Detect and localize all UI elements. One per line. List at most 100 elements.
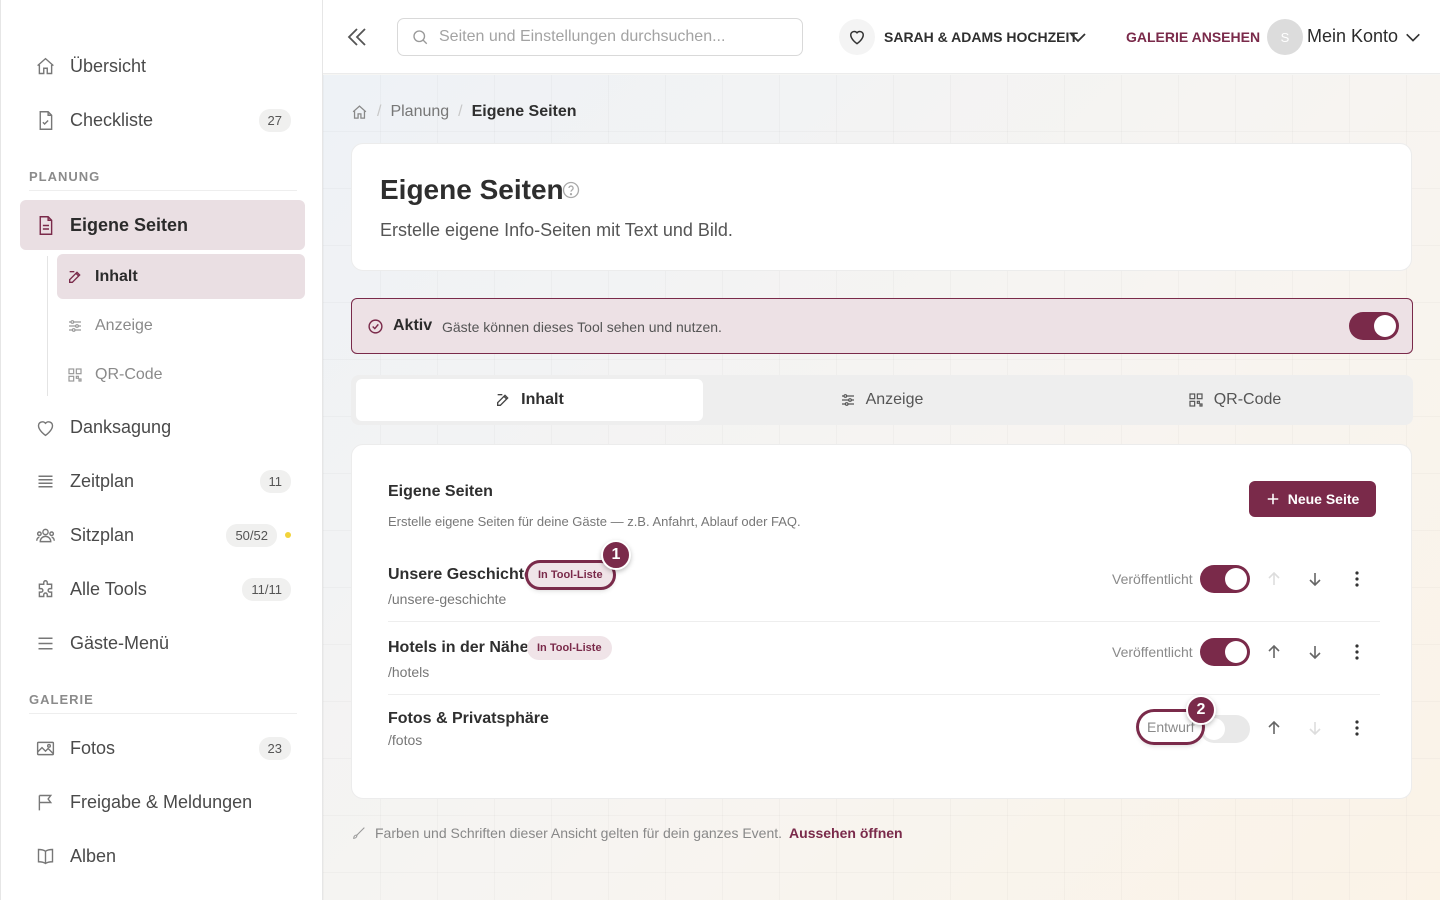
subnav-item-anzeige[interactable]: Anzeige — [57, 303, 305, 348]
subnav-item-qr-code[interactable]: QR-Code — [57, 352, 305, 397]
sidebar-item-label: Übersicht — [70, 55, 147, 76]
image-icon — [34, 737, 56, 759]
table-row[interactable]: Fotos & Privatsphäre /fotos Entwurf 2 — [388, 695, 1380, 767]
open-appearance-link[interactable]: Aussehen öffnen — [789, 825, 903, 841]
sidebar: Übersicht Checkliste 27 PLANUNG Eigene S… — [0, 0, 323, 900]
subnav-item-label: Inhalt — [95, 267, 138, 285]
search-input[interactable]: Seiten und Einstellungen durchsuchen... — [397, 18, 803, 56]
sidebar-item-label: Zeitplan — [70, 470, 135, 491]
arrow-up-icon[interactable] — [1265, 570, 1283, 588]
sidebar-item-danksagung[interactable]: Danksagung — [20, 402, 305, 452]
edit-icon — [495, 392, 521, 408]
new-page-label: Neue Seite — [1287, 491, 1360, 507]
row-divider — [388, 621, 1380, 622]
page-icon — [34, 214, 56, 236]
home-icon — [34, 55, 56, 77]
puzzle-icon — [34, 578, 56, 600]
page-title: Eigene Seiten — [380, 174, 564, 205]
tool-active-toggle[interactable] — [1349, 312, 1399, 340]
collapse-sidebar-icon[interactable] — [345, 24, 369, 50]
sidebar-item-label: Alle Tools — [70, 578, 147, 599]
sidebar-item-checkliste[interactable]: Checkliste 27 — [20, 95, 305, 145]
publish-toggle[interactable] — [1200, 638, 1250, 666]
arrow-up-icon[interactable] — [1265, 719, 1283, 737]
sidebar-item-alben[interactable]: Alben — [20, 831, 305, 881]
page-name: Hotels in der Nähe — [388, 639, 529, 656]
avatar[interactable]: S — [1267, 19, 1303, 55]
check-circle-icon — [367, 318, 384, 335]
search-icon — [398, 28, 439, 46]
subnav-item-inhalt[interactable]: Inhalt — [57, 254, 305, 299]
sidebar-item-zeitplan[interactable]: Zeitplan 11 — [20, 456, 305, 506]
tab-label: QR-Code — [1213, 391, 1282, 408]
callout-marker: 2 — [1186, 695, 1216, 725]
people-icon — [34, 524, 56, 546]
tab-inhalt[interactable]: Inhalt — [356, 379, 703, 421]
more-options-icon[interactable] — [1348, 570, 1366, 588]
more-options-icon[interactable] — [1348, 719, 1366, 737]
flag-icon — [34, 791, 56, 813]
table-row[interactable]: Hotels in der Nähe /hotels In Tool-Liste… — [388, 628, 1380, 694]
active-status-bar: Aktiv Gäste können dieses Tool sehen und… — [351, 298, 1413, 354]
page-name: Unsere Geschichte — [388, 566, 533, 583]
section-divider — [29, 190, 297, 191]
breadcrumb-current: Eigene Seiten — [471, 103, 577, 120]
sidebar-item-label: Alben — [70, 845, 117, 866]
custom-pages-card: Eigene Seiten Erstelle eigene Seiten für… — [351, 444, 1412, 799]
breadcrumb-separator: / — [377, 103, 382, 120]
qr-icon — [1188, 392, 1214, 408]
active-description: Gäste können dieses Tool sehen und nutze… — [442, 319, 722, 335]
new-page-button[interactable]: Neue Seite — [1249, 481, 1376, 517]
arrow-down-icon[interactable] — [1306, 570, 1324, 588]
home-icon[interactable] — [351, 104, 368, 121]
sidebar-item-sitzplan[interactable]: Sitzplan 50/52 — [20, 510, 305, 560]
help-icon[interactable] — [561, 180, 581, 200]
sidebar-item-eigene-seiten[interactable]: Eigene Seiten — [20, 200, 305, 250]
breadcrumb-parent[interactable]: Planung — [390, 103, 449, 121]
chevron-down-icon[interactable] — [1068, 27, 1088, 47]
tool-list-badge: In Tool-Liste — [527, 636, 612, 660]
status-label: Veröffentlicht — [1112, 644, 1193, 660]
sidebar-item-label: Danksagung — [70, 416, 172, 437]
callout-marker: 1 — [601, 540, 631, 570]
timeline-icon — [34, 470, 56, 492]
arrow-down-icon[interactable] — [1306, 643, 1324, 661]
more-options-icon[interactable] — [1348, 643, 1366, 661]
sidebar-item-label: Eigene Seiten — [70, 214, 189, 235]
sidebar-item-label: Fotos — [70, 737, 116, 758]
publish-toggle[interactable] — [1200, 565, 1250, 593]
tab-qr-code[interactable]: QR-Code — [1061, 379, 1408, 421]
sliders-icon — [67, 317, 85, 335]
tab-label: Anzeige — [865, 391, 924, 408]
breadcrumb-separator: / — [458, 103, 463, 120]
sidebar-item-fotos[interactable]: Fotos 23 — [20, 723, 305, 773]
status-label: Veröffentlicht — [1112, 571, 1193, 587]
event-selector[interactable]: SARAH & ADAMS HOCHZEIT — [884, 29, 1078, 45]
sidebar-item-uebersicht[interactable]: Übersicht — [20, 41, 305, 91]
card-title: Eigene Seiten — [388, 483, 493, 500]
book-icon — [34, 845, 56, 867]
status-dot — [285, 532, 291, 538]
arrow-up-icon[interactable] — [1265, 643, 1283, 661]
view-gallery-link[interactable]: GALERIE ANSEHEN — [1126, 29, 1260, 45]
table-row[interactable]: Unsere Geschichte /unsere-geschichte In … — [388, 540, 1380, 621]
section-heading-planung: PLANUNG — [29, 169, 101, 184]
checklist-icon — [34, 109, 56, 131]
sidebar-item-label: Checkliste — [70, 109, 154, 130]
section-heading-galerie: GALERIE — [29, 692, 94, 707]
plus-icon — [1266, 492, 1288, 506]
brush-icon — [351, 825, 375, 841]
chevron-down-icon[interactable] — [1404, 28, 1422, 46]
breadcrumb: / Planung / Eigene Seiten — [351, 103, 577, 121]
page-slug: /unsere-geschichte — [388, 591, 507, 607]
tab-anzeige[interactable]: Anzeige — [708, 379, 1055, 421]
subnav-item-label: QR-Code — [95, 365, 163, 383]
arrow-down-icon[interactable] — [1306, 719, 1324, 737]
sidebar-item-freigabe[interactable]: Freigabe & Meldungen — [20, 777, 305, 827]
page-slug: /fotos — [388, 732, 423, 748]
event-heart-icon[interactable] — [839, 19, 875, 55]
page-header-card: Eigene Seiten Erstelle eigene Info-Seite… — [351, 143, 1412, 271]
sidebar-item-gaeste-menue[interactable]: Gäste-Menü — [20, 618, 305, 668]
sidebar-item-alle-tools[interactable]: Alle Tools 11/11 — [20, 564, 305, 614]
account-menu[interactable]: Mein Konto — [1307, 26, 1398, 47]
